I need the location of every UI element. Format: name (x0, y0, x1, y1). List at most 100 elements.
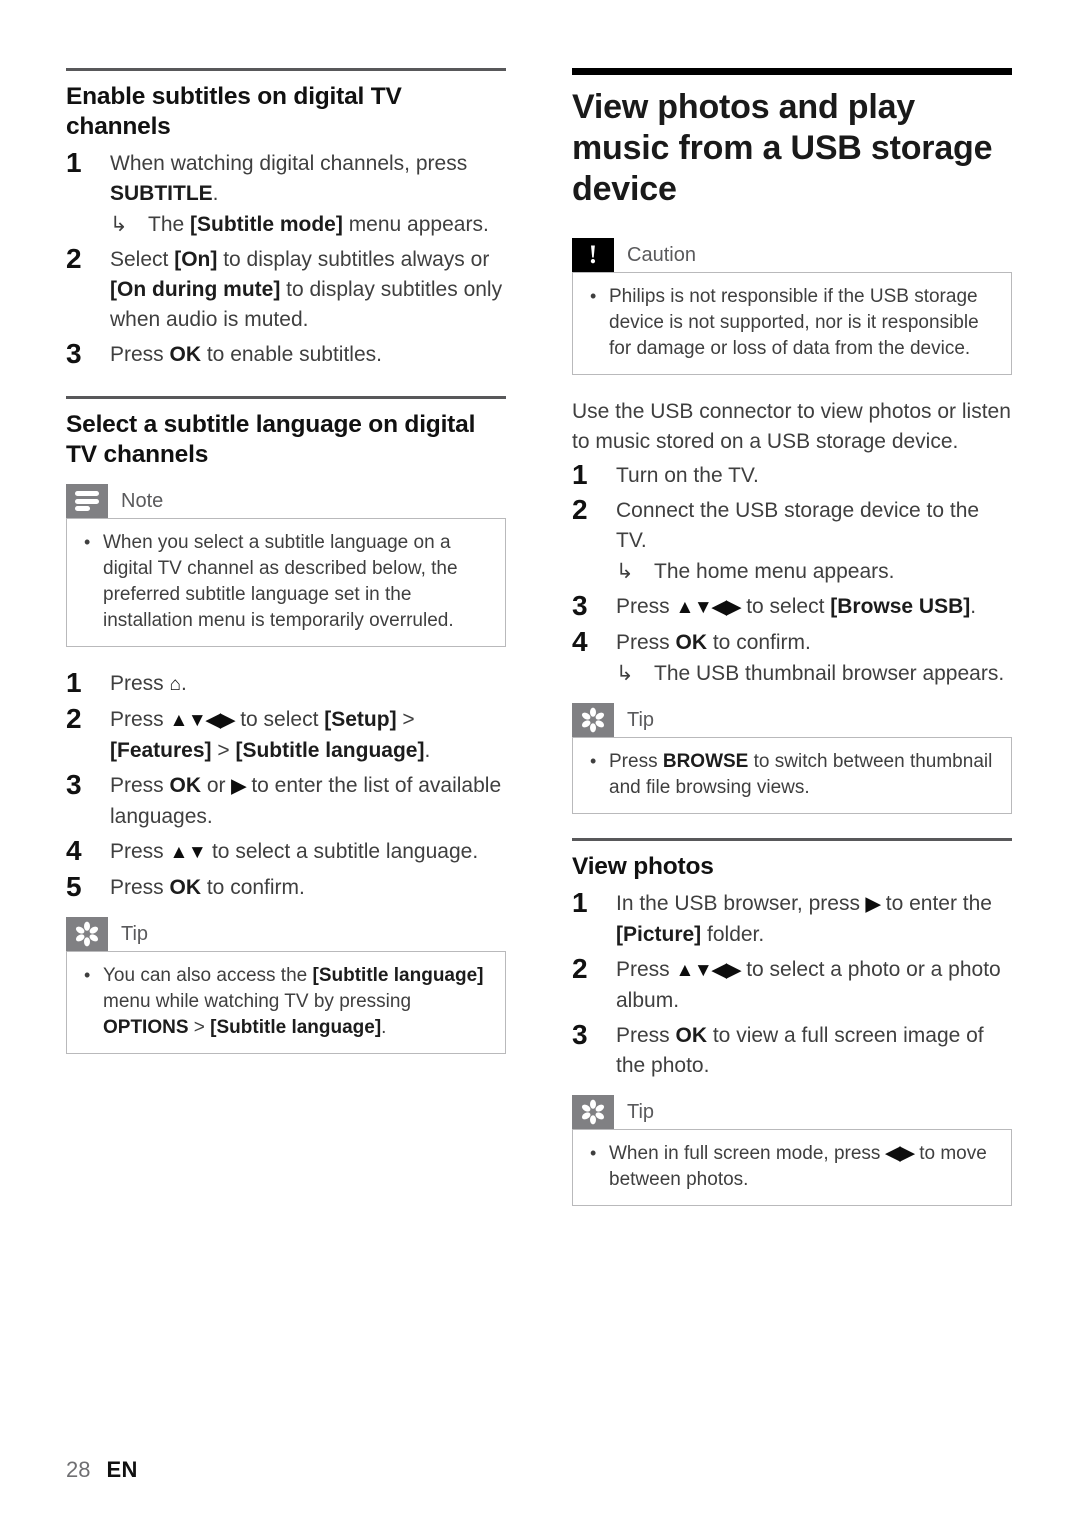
step-text: Press ▲▼◀▶ to select [Setup] > [Features… (110, 705, 506, 766)
emphasis-text: [Features] (110, 739, 212, 762)
emphasis-text: OK (675, 631, 708, 654)
intro-paragraph: Use the USB connector to view photos or … (572, 400, 1011, 453)
step-number: 5 (66, 871, 82, 902)
text-run: to confirm. (707, 631, 811, 654)
section-rule (66, 68, 506, 71)
step-text: Press ▲▼◀▶ to select [Browse USB]. (616, 592, 1012, 623)
tip-callout-browse: Tip Press BROWSE to switch between thumb… (572, 703, 1012, 814)
section-rule (66, 396, 506, 399)
text-run: to enter the (879, 892, 992, 915)
page-footer: 28 EN (66, 1457, 138, 1483)
text-run: Press (110, 708, 170, 731)
tip-callout-body: Press BROWSE to switch between thumbnail… (572, 737, 1012, 814)
caution-callout-header: ! Caution (572, 238, 1012, 272)
note-lines-icon (66, 484, 108, 518)
caution-bullets: Philips is not responsible if the USB st… (585, 283, 999, 362)
text-run: Press (110, 672, 170, 695)
text-run: The (148, 213, 191, 236)
list-item: 2 Connect the USB storage device to the T… (572, 494, 1012, 587)
list-item: When in full screen mode, press ◀▶ to mo… (585, 1140, 999, 1193)
text-run: Connect the USB storage device to the TV… (616, 499, 980, 552)
step-text: Press ⌂. (110, 669, 506, 700)
step-number: 2 (66, 703, 82, 734)
text-run: menu while watching TV by pressing (103, 991, 412, 1012)
step-text: Press OK to enable subtitles. (110, 340, 506, 370)
text-run: When in full screen mode, press (609, 1143, 886, 1164)
step-result: ↳ The home menu appears. (616, 557, 1012, 587)
emphasis-text: BROWSE (662, 751, 749, 772)
step-number: 1 (572, 887, 588, 918)
page-number: 28 (66, 1457, 91, 1482)
text-run: to display subtitles always or (217, 248, 490, 271)
text-run: You can also access the (103, 965, 313, 986)
emphasis-text: SUBTITLE (110, 182, 213, 205)
text-run: Press (609, 751, 663, 772)
tip-callout-label: Tip (627, 709, 655, 731)
step-text: Press OK to confirm. (110, 873, 506, 903)
list-item: 4 Press OK to confirm. ↳ The USB thumbnail … (572, 626, 1012, 689)
tip-callout-header: Tip (572, 1095, 1012, 1129)
step-text: Press OK or ▶ to enter the list of avail… (110, 771, 506, 832)
text-run: folder. (701, 923, 765, 946)
text-run: menu appears. (342, 213, 489, 236)
text-run: Press (110, 774, 170, 797)
tip-callout-header: Tip (572, 703, 1012, 737)
list-item: When you select a subtitle language on a… (79, 529, 493, 634)
nav-arrows-icon: ▲▼◀▶ (675, 597, 741, 618)
text-run: to confirm. (201, 876, 305, 899)
step-text: Select [On] to display subtitles always … (110, 245, 506, 335)
emphasis-text: [Browse USB] (830, 595, 971, 618)
tip-asterisk-glyph (75, 921, 99, 947)
text-run: The home menu appears. (654, 560, 895, 583)
step-number: 3 (572, 1019, 588, 1050)
text-run: . (212, 182, 219, 205)
page-language: EN (106, 1457, 138, 1482)
list-item: Philips is not responsible if the USB st… (585, 283, 999, 362)
list-item: 3 Press OK or ▶ to enter the list of avai… (66, 769, 506, 832)
text-run: > (211, 739, 236, 762)
list-item: 3 Press OK to enable subtitles. (66, 338, 506, 370)
text-run: to select a subtitle language. (206, 840, 479, 863)
text-run: or (201, 774, 232, 797)
text-run: In the USB browser, press (616, 892, 866, 915)
text-run: Turn on the TV. (616, 464, 759, 487)
tip-callout-fullscreen: Tip When in full screen mode, press ◀▶ t… (572, 1095, 1012, 1206)
emphasis-text: [Setup] (324, 708, 397, 731)
section-view-photos: View photos 1 In the USB browser, press ▶… (572, 838, 1012, 1081)
step-text: Connect the USB storage device to the TV… (616, 496, 1012, 556)
list-item: 5 Press OK to confirm. (66, 871, 506, 903)
emphasis-text: [Picture] (616, 923, 702, 946)
list-item: 1 When watching digital channels, press S… (66, 147, 506, 240)
step-text: Press ▲▼ to select a subtitle language. (110, 837, 506, 868)
text-run: Press (110, 343, 170, 366)
list-item: 3 Press OK to view a full screen image of… (572, 1019, 1012, 1081)
result-arrow-icon: ↳ (616, 560, 634, 583)
caution-callout-body: Philips is not responsible if the USB st… (572, 272, 1012, 375)
note-callout: Note When you select a subtitle language… (66, 484, 506, 647)
text-run: > (396, 708, 415, 731)
text-run: . (381, 1017, 387, 1038)
text-run: Select (110, 248, 175, 271)
list-item: 2 Select [On] to display subtitles always… (66, 243, 506, 335)
manual-page: Enable subtitles on digital TV channels … (0, 0, 1080, 1527)
text-run: Press (616, 631, 676, 654)
tip-callout-header: Tip (66, 917, 506, 951)
emphasis-text: OK (169, 774, 202, 797)
left-column: Enable subtitles on digital TV channels … (66, 68, 506, 1076)
tip-bullets: You can also access the [Subtitle langua… (79, 962, 493, 1041)
note-lines-glyph (75, 491, 99, 511)
result-arrow-icon: ↳ (616, 662, 634, 685)
text-run: Press (110, 876, 170, 899)
section-heading: View photos (572, 853, 714, 880)
section-heading: Enable subtitles on digital TV channels (66, 83, 402, 140)
step-number: 1 (66, 147, 82, 178)
text-run: The USB thumbnail browser appears. (654, 662, 1005, 685)
caution-callout-label: Caution (627, 244, 696, 266)
emphasis-text: [Subtitle language] (210, 1017, 382, 1038)
nav-arrows-icon: ▶ (231, 776, 246, 797)
text-run: . (181, 672, 187, 695)
result-text: The [Subtitle mode] menu appears. (148, 213, 489, 236)
text-run: Press (110, 840, 170, 863)
step-result: ↳ The [Subtitle mode] menu appears. (110, 210, 506, 240)
tip-callout-body: When in full screen mode, press ◀▶ to mo… (572, 1129, 1012, 1206)
